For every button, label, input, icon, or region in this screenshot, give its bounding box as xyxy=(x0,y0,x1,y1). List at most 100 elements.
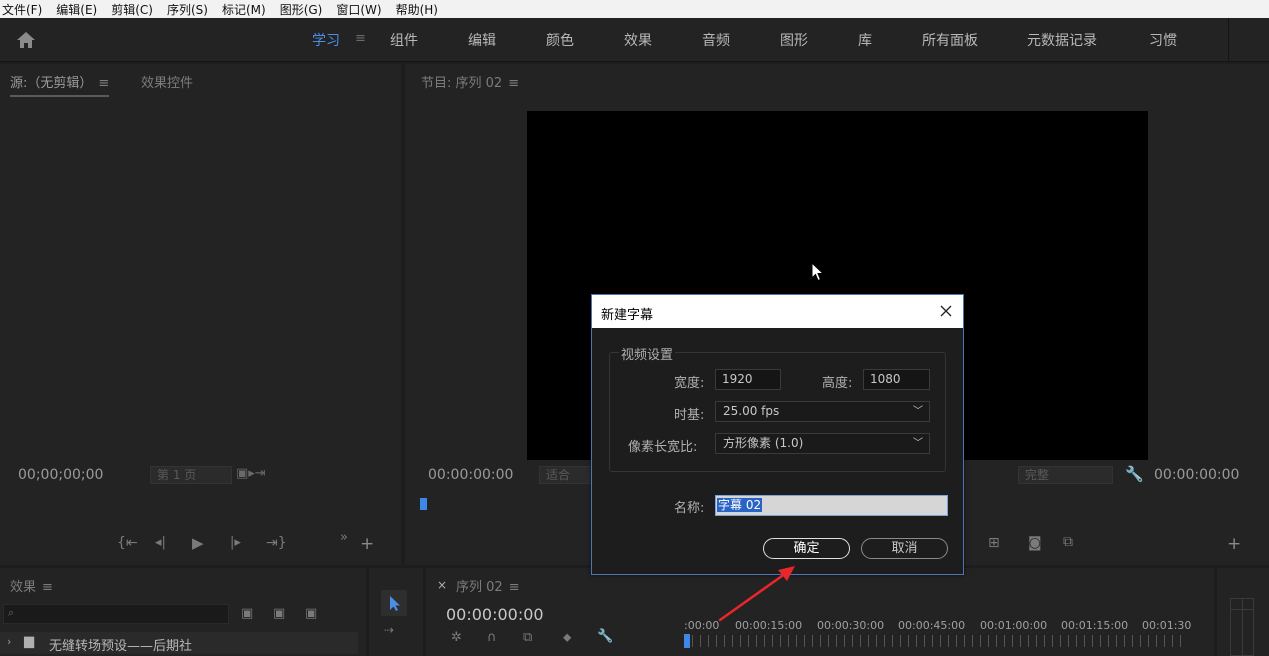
add-button-icon[interactable]: + xyxy=(360,534,374,554)
tab-editing[interactable]: 编辑 xyxy=(468,30,496,50)
close-icon[interactable]: × xyxy=(437,578,447,592)
program-timecode-right[interactable]: 00:00:00:00 xyxy=(1154,467,1239,483)
workspace-separator xyxy=(1228,18,1229,62)
chevron-right-icon[interactable]: › xyxy=(7,635,11,648)
tab-program[interactable]: 节目: 序列 02 ≡ xyxy=(421,72,519,91)
menu-edit[interactable]: 编辑(E) xyxy=(56,1,97,18)
tab-all-panels[interactable]: 所有面板 xyxy=(922,30,978,50)
audio-meter-line xyxy=(1231,609,1253,610)
page-select[interactable]: 第 1 页 xyxy=(150,466,232,484)
timeline-timecode[interactable]: 00:00:00:00 xyxy=(446,605,544,624)
mark-out-icon[interactable]: ⇥} xyxy=(266,535,287,551)
play-icon[interactable]: ▶ xyxy=(192,534,204,552)
tab-libraries[interactable]: 库 xyxy=(858,30,872,50)
cancel-button[interactable]: 取消 xyxy=(861,538,948,559)
tab-program-label: 节目: 序列 02 xyxy=(421,76,503,91)
video-settings-title: 视频设置 xyxy=(619,344,676,363)
dialog-titlebar[interactable]: 新建字幕 xyxy=(592,295,963,328)
tab-metadata-logging[interactable]: 元数据记录 xyxy=(1027,30,1097,50)
ruler-label-6: 00:01:30 xyxy=(1142,619,1192,632)
source-panel: 源:（无剪辑） ≡ 效果控件 00;00;00;00 第 1 页 ▣▸⇥ {⇤ ◂… xyxy=(0,64,401,565)
workspace-menu-icon[interactable]: ≡ xyxy=(355,31,366,46)
camera-icon[interactable]: ◙ xyxy=(1028,535,1042,551)
annotation-arrow-icon xyxy=(718,566,795,622)
pixel-aspect-label: 像素长宽比: xyxy=(628,440,698,455)
tab-timeline-sequence[interactable]: 序列 02 ≡ xyxy=(456,576,520,595)
menu-window[interactable]: 窗口(W) xyxy=(336,1,381,18)
timeline-menu-icon[interactable]: ≡ xyxy=(509,580,520,595)
menu-sequence[interactable]: 序列(S) xyxy=(167,1,208,18)
name-label: 名称: xyxy=(674,501,705,516)
timeline-ruler[interactable] xyxy=(684,635,1186,647)
tab-assembly[interactable]: 组件 xyxy=(390,30,418,50)
menu-graphics[interactable]: 图形(G) xyxy=(280,1,323,18)
accelerated-effects-icon[interactable]: ▣ xyxy=(241,606,253,621)
effects-search-input[interactable]: ⌕ xyxy=(3,604,229,624)
chevron-down-icon: ﹀ xyxy=(913,406,923,417)
nest-icon[interactable]: ✲ xyxy=(451,630,462,645)
source-timecode[interactable]: 00;00;00;00 xyxy=(18,467,103,483)
linked-selection-icon[interactable]: ⧉ xyxy=(523,630,532,645)
ruler-label-4: 00:01:00:00 xyxy=(980,619,1048,632)
tab-color[interactable]: 颜色 xyxy=(546,30,574,50)
new-title-dialog: 新建字幕 视频设置 宽度: 1920 高度: 1080 时基: 25.00 fp… xyxy=(591,294,964,575)
pixel-aspect-select[interactable]: 方形像素 (1.0) ﹀ xyxy=(715,433,930,454)
program-playhead[interactable] xyxy=(420,498,427,510)
tab-effects-panel[interactable]: 效果 ≡ xyxy=(10,576,53,595)
name-field[interactable]: 字幕 02 xyxy=(715,495,948,516)
selection-tool[interactable] xyxy=(381,590,407,616)
fit-select[interactable]: 适合 xyxy=(539,466,594,484)
width-field[interactable]: 1920 xyxy=(715,369,781,390)
timeline-settings-icon[interactable]: 🔧 xyxy=(597,629,613,644)
tab-effects[interactable]: 效果 xyxy=(624,30,652,50)
width-label: 宽度: xyxy=(674,376,705,391)
menu-file[interactable]: 文件(F) xyxy=(2,1,42,18)
bin-label: 无缝转场预设——后期社 xyxy=(49,639,193,654)
dialog-title: 新建字幕 xyxy=(601,308,654,323)
snap-icon[interactable]: ∩ xyxy=(487,630,497,645)
track-select-icon[interactable]: ⇢ xyxy=(384,623,394,637)
tab-custom[interactable]: 习惯 xyxy=(1149,30,1177,50)
effects-bin-row[interactable]: › ▆ 无缝转场预设——后期社 xyxy=(0,632,358,654)
timebase-value: 25.00 fps xyxy=(723,404,780,418)
panel-menu-icon[interactable]: ≡ xyxy=(98,76,109,91)
tab-effect-controls[interactable]: 效果控件 xyxy=(141,72,193,91)
effects-menu-icon[interactable]: ≡ xyxy=(42,580,53,595)
quality-select[interactable]: 完整 xyxy=(1018,466,1113,484)
add-marker-icon[interactable]: ⬥ xyxy=(563,630,571,645)
program-add-icon[interactable]: + xyxy=(1227,534,1241,554)
menu-clip[interactable]: 剪辑(C) xyxy=(111,1,153,18)
timebase-select[interactable]: 25.00 fps ﹀ xyxy=(715,401,930,422)
name-field-selected-text: 字幕 02 xyxy=(717,498,763,512)
timeline-playhead[interactable] xyxy=(684,634,690,648)
32bit-effects-icon[interactable]: ▣ xyxy=(273,606,285,621)
tab-graphics[interactable]: 图形 xyxy=(780,30,808,50)
menu-bar: 文件(F) 编辑(E) 剪辑(C) 序列(S) 标记(M) 图形(G) 窗口(W… xyxy=(0,0,1269,18)
source-nav-controls[interactable]: ▣▸⇥ xyxy=(236,466,266,481)
height-field[interactable]: 1080 xyxy=(863,369,930,390)
ruler-label-2: 00:00:30:00 xyxy=(817,619,885,632)
yuv-effects-icon[interactable]: ▣ xyxy=(305,606,317,621)
more-controls-icon[interactable]: » xyxy=(340,530,348,545)
step-back-icon[interactable]: ◂| xyxy=(155,535,166,550)
step-forward-icon[interactable]: |▸ xyxy=(230,535,241,550)
height-label: 高度: xyxy=(822,376,853,391)
mark-in-icon[interactable]: {⇤ xyxy=(117,535,138,551)
program-timecode-left[interactable]: 00:00:00:00 xyxy=(428,467,513,483)
ok-button[interactable]: 确定 xyxy=(763,538,850,559)
ruler-label-5: 00:01:15:00 xyxy=(1061,619,1129,632)
home-icon[interactable] xyxy=(16,31,36,49)
wrench-icon[interactable]: 🔧 xyxy=(1125,465,1144,483)
tab-learning[interactable]: 学习 xyxy=(312,30,340,50)
tab-timeline-label: 序列 02 xyxy=(456,580,503,595)
tools-panel: ⇢ xyxy=(369,568,423,656)
tab-source[interactable]: 源:（无剪辑） ≡ xyxy=(10,72,110,97)
program-menu-icon[interactable]: ≡ xyxy=(508,76,519,91)
close-icon[interactable] xyxy=(938,303,954,319)
menu-markers[interactable]: 标记(M) xyxy=(222,1,266,18)
tab-audio[interactable]: 音频 xyxy=(702,30,730,50)
comparison-view-icon[interactable]: ⧉ xyxy=(1063,534,1073,550)
multi-camera-icon[interactable]: ⊞ xyxy=(988,535,1000,551)
menu-help[interactable]: 帮助(H) xyxy=(396,1,438,18)
audio-meter-divider xyxy=(1242,599,1243,655)
